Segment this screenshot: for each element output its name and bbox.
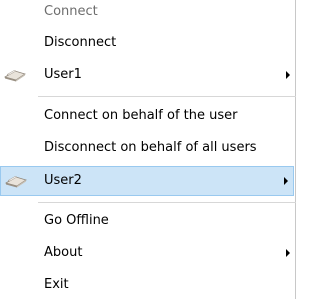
menu-item-label: Connect <box>44 4 98 19</box>
menu-item-label: Go Offline <box>44 213 109 228</box>
submenu-arrow-icon <box>286 249 290 257</box>
user-device-icon <box>5 176 27 188</box>
menu-item-label: Disconnect on behalf of all users <box>44 140 257 155</box>
submenu-arrow-icon <box>284 177 288 185</box>
menu-separator <box>38 96 296 97</box>
menu-item-user1[interactable]: User1 <box>0 61 296 89</box>
menu-item-label: Disconnect <box>44 35 117 50</box>
menu-item-label: About <box>44 245 83 260</box>
menu-item-label: Connect on behalf of the user <box>44 108 238 123</box>
menu-item-label: User1 <box>44 67 82 82</box>
menu-separator <box>38 202 296 203</box>
menu-item-label: Exit <box>44 277 69 292</box>
menu-item-disconnect[interactable]: Disconnect <box>0 29 296 57</box>
user-device-icon <box>4 70 26 82</box>
menu-item-connect: Connect <box>0 0 296 26</box>
menu-item-go-offline[interactable]: Go Offline <box>0 207 296 235</box>
menu-item-connect-on-behalf[interactable]: Connect on behalf of the user <box>0 102 296 130</box>
submenu-arrow-icon <box>286 71 290 79</box>
menu-item-about[interactable]: About <box>0 239 296 267</box>
menu-item-label: User2 <box>44 173 82 188</box>
menu-item-user2[interactable]: User2 <box>0 166 294 196</box>
menu-item-disconnect-on-behalf-all[interactable]: Disconnect on behalf of all users <box>0 134 296 162</box>
context-menu: Connect Disconnect User1 Connect on beha… <box>0 0 296 299</box>
menu-item-exit[interactable]: Exit <box>0 271 296 299</box>
